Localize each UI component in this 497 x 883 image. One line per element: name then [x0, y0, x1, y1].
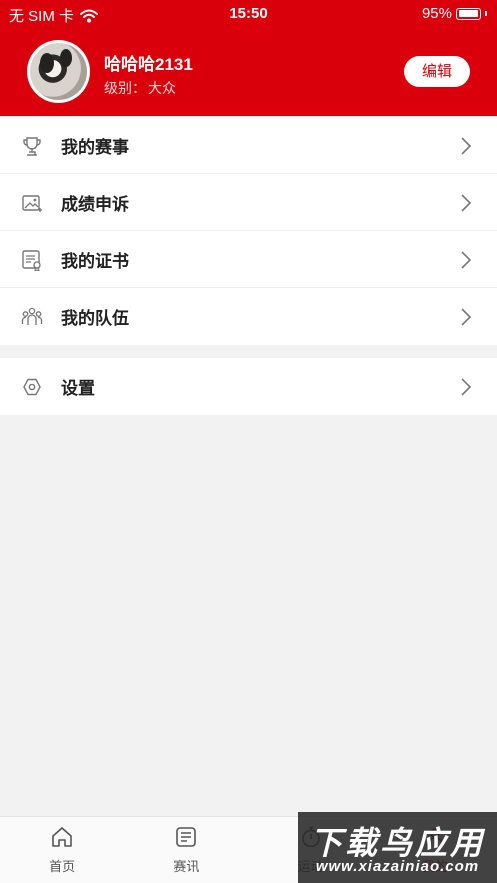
menu-item-my-certificates[interactable]: 我的证书 [0, 231, 497, 288]
chevron-right-icon [461, 308, 472, 326]
trophy-icon [23, 137, 41, 156]
username: 哈哈哈2131 [104, 55, 193, 74]
tab-label: 赛讯 [173, 859, 200, 874]
battery-icon [456, 7, 481, 20]
settings-list: 设置 [0, 358, 497, 415]
chevron-right-icon [461, 194, 472, 212]
user-profile: 哈哈哈2131 级别： 大众 编辑 [0, 38, 497, 108]
tab-news[interactable]: 赛讯 [124, 817, 248, 883]
avatar[interactable] [27, 40, 90, 103]
menu-item-label: 我的队伍 [61, 309, 129, 328]
menu-list: 我的赛事 成绩申诉 我的证书 我的队伍 [0, 117, 497, 345]
level-value: 大众 [148, 80, 176, 96]
profile-header: 无 SIM 卡 15:50 95% 哈哈哈2131 级别： 大众 编辑 [0, 0, 497, 116]
menu-item-label: 我的赛事 [61, 137, 129, 157]
team-icon [21, 307, 43, 325]
edit-profile-button[interactable]: 编辑 [404, 56, 470, 87]
menu-item-label: 成绩申诉 [61, 194, 129, 214]
tab-label: 首页 [49, 859, 76, 874]
menu-item-my-team[interactable]: 我的队伍 [0, 288, 497, 345]
battery-status: 95% [422, 5, 487, 22]
news-icon [176, 827, 197, 847]
home-icon [52, 827, 72, 847]
user-level: 级别： 大众 [104, 78, 176, 98]
status-bar: 无 SIM 卡 15:50 95% [0, 0, 497, 30]
chevron-right-icon [461, 251, 472, 269]
menu-item-settings[interactable]: 设置 [0, 358, 497, 415]
menu-item-label: 设置 [61, 379, 95, 398]
gear-icon [23, 378, 41, 396]
watermark: 下载鸟应用 www.xiazainiao.com [298, 812, 497, 883]
menu-item-my-events[interactable]: 我的赛事 [0, 117, 497, 174]
certificate-icon [22, 250, 41, 271]
chevron-right-icon [461, 137, 472, 155]
image-edit-icon [22, 195, 42, 212]
battery-percent: 95% [421, 5, 452, 22]
watermark-url: www.xiazainiao.com [315, 858, 480, 875]
level-label: 级别： [104, 80, 146, 96]
tab-home[interactable]: 首页 [0, 817, 124, 883]
menu-item-score-appeal[interactable]: 成绩申诉 [0, 174, 497, 231]
chevron-right-icon [461, 378, 472, 396]
menu-item-label: 我的证书 [61, 251, 129, 271]
